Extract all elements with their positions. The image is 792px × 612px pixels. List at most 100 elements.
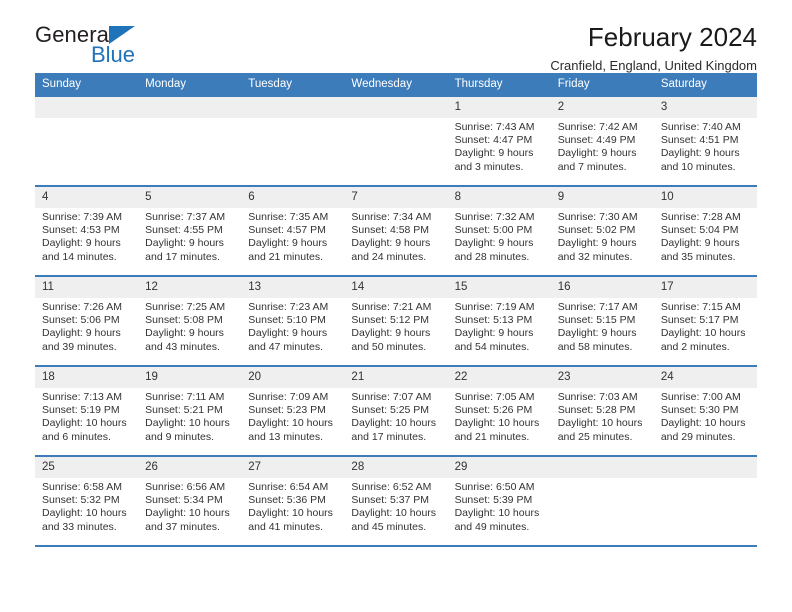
calendar-cell-inner: 7 Sunrise: 7:34 AM Sunset: 4:58 PM Daylight… xyxy=(344,187,448,275)
calendar-cell-day[interactable]: 14 Sunrise: 7:21 AM Sunset: 5:12 PM Dayligh… xyxy=(344,276,448,367)
calendar-cell-inner: 5 Sunrise: 7:37 AM Sunset: 4:55 PM Daylight… xyxy=(138,187,242,275)
day-number: 19 xyxy=(138,367,242,388)
sunrise-time: Sunrise: 7:17 AM xyxy=(557,301,638,313)
sunrise-time: Sunrise: 6:54 AM xyxy=(248,481,329,493)
day-details: Sunrise: 7:40 AM Sunset: 4:51 PM Daylight:… xyxy=(654,118,757,174)
daylight-line-2: and 41 minutes. xyxy=(248,520,323,533)
day-number: 3 xyxy=(653,97,757,118)
calendar-cell-day[interactable]: 11 Sunrise: 7:26 AM Sunset: 5:06 PM Dayligh… xyxy=(35,276,139,367)
daylight-line-1: Daylight: 9 hours xyxy=(42,327,121,340)
calendar-cell-day[interactable]: 1 Sunrise: 7:43 AM Sunset: 4:47 PM Daylight… xyxy=(447,97,551,187)
calendar-cell-inner xyxy=(138,97,242,185)
daylight-line-1: Daylight: 10 hours xyxy=(145,417,230,430)
day-number: 25 xyxy=(35,457,139,478)
sunset-time: Sunset: 5:04 PM xyxy=(660,224,739,237)
day-details: Sunrise: 7:11 AM Sunset: 5:21 PM Daylight:… xyxy=(138,388,241,444)
day-details xyxy=(138,118,241,121)
sunset-time: Sunset: 4:57 PM xyxy=(248,224,326,237)
sunset-time: Sunset: 5:06 PM xyxy=(42,314,120,327)
calendar-cell-day[interactable]: 20 Sunrise: 7:09 AM Sunset: 5:23 PM Dayligh… xyxy=(241,366,345,457)
day-details: Sunrise: 7:13 AM Sunset: 5:19 PM Daylight:… xyxy=(35,388,138,444)
calendar-cell-day[interactable]: 24 Sunrise: 7:00 AM Sunset: 5:30 PM Dayligh… xyxy=(653,366,757,457)
daylight-line-1: Daylight: 10 hours xyxy=(454,507,540,520)
daylight-line-2: and 9 minutes. xyxy=(145,430,215,443)
day-details: Sunrise: 6:54 AM Sunset: 5:36 PM Daylight:… xyxy=(241,478,344,534)
daylight-line-1: Daylight: 9 hours xyxy=(42,237,121,250)
title-block: February 2024 Cranfield, England, United… xyxy=(550,22,757,74)
daylight-line-2: and 43 minutes. xyxy=(145,340,220,353)
sunrise-time: Sunrise: 7:32 AM xyxy=(454,211,535,223)
calendar-cell-day[interactable]: 10 Sunrise: 7:28 AM Sunset: 5:04 PM Dayligh… xyxy=(653,186,757,277)
calendar-cell-inner: 23 Sunrise: 7:03 AM Sunset: 5:28 PM Dayligh… xyxy=(550,367,654,455)
calendar-cell-day[interactable]: 12 Sunrise: 7:25 AM Sunset: 5:08 PM Dayligh… xyxy=(138,276,242,367)
daylight-line-2: and 2 minutes. xyxy=(660,340,730,353)
sunset-time: Sunset: 5:17 PM xyxy=(660,314,739,327)
calendar-cell-day[interactable]: 5 Sunrise: 7:37 AM Sunset: 4:55 PM Daylight… xyxy=(138,186,242,277)
daylight-line-2: and 35 minutes. xyxy=(660,250,736,263)
calendar-cell-day[interactable]: 26 Sunrise: 6:56 AM Sunset: 5:34 PM Dayligh… xyxy=(138,456,242,547)
calendar-cell-day[interactable]: 18 Sunrise: 7:13 AM Sunset: 5:19 PM Dayligh… xyxy=(35,366,139,457)
calendar-cell-day[interactable]: 9 Sunrise: 7:30 AM Sunset: 5:02 PM Daylight… xyxy=(550,186,654,277)
calendar-cell-day[interactable]: 22 Sunrise: 7:05 AM Sunset: 5:26 PM Dayligh… xyxy=(447,366,551,457)
day-details: Sunrise: 7:05 AM Sunset: 5:26 PM Daylight:… xyxy=(448,388,551,444)
calendar-cell-day[interactable]: 13 Sunrise: 7:23 AM Sunset: 5:10 PM Dayligh… xyxy=(241,276,345,367)
calendar-cell-day[interactable]: 16 Sunrise: 7:17 AM Sunset: 5:15 PM Dayligh… xyxy=(550,276,654,367)
sunset-time: Sunset: 5:28 PM xyxy=(557,404,636,417)
calendar-cell-day[interactable]: 2 Sunrise: 7:42 AM Sunset: 4:49 PM Daylight… xyxy=(550,97,654,187)
calendar-cell-day[interactable]: 27 Sunrise: 6:54 AM Sunset: 5:36 PM Dayligh… xyxy=(241,456,345,547)
calendar-cell-day[interactable]: 7 Sunrise: 7:34 AM Sunset: 4:58 PM Daylight… xyxy=(344,186,448,277)
daylight-line-2: and 58 minutes. xyxy=(557,340,633,353)
calendar-cell-day[interactable]: 17 Sunrise: 7:15 AM Sunset: 5:17 PM Dayligh… xyxy=(653,276,757,367)
calendar-cell-day[interactable]: 21 Sunrise: 7:07 AM Sunset: 5:25 PM Dayligh… xyxy=(344,366,448,457)
daylight-line-2: and 29 minutes. xyxy=(660,430,736,443)
day-details: Sunrise: 6:50 AM Sunset: 5:39 PM Daylight:… xyxy=(448,478,551,534)
calendar-cell-inner: 20 Sunrise: 7:09 AM Sunset: 5:23 PM Dayligh… xyxy=(241,367,345,455)
day-number: 9 xyxy=(550,187,654,208)
sunset-time: Sunset: 4:47 PM xyxy=(454,134,533,147)
sunrise-time: Sunrise: 7:21 AM xyxy=(351,301,432,313)
sunset-time: Sunset: 5:39 PM xyxy=(454,494,533,507)
day-number: 15 xyxy=(447,277,551,298)
calendar-cell-day[interactable]: 23 Sunrise: 7:03 AM Sunset: 5:28 PM Dayligh… xyxy=(550,366,654,457)
calendar-cell-inner: 8 Sunrise: 7:32 AM Sunset: 5:00 PM Daylight… xyxy=(447,187,551,275)
day-number: 5 xyxy=(138,187,242,208)
day-number xyxy=(241,97,345,118)
day-number: 4 xyxy=(35,187,139,208)
calendar-cell-inner: 16 Sunrise: 7:17 AM Sunset: 5:15 PM Dayligh… xyxy=(550,277,654,365)
calendar-cell-day[interactable]: 3 Sunrise: 7:40 AM Sunset: 4:51 PM Daylight… xyxy=(653,97,757,187)
calendar-cell-day[interactable]: 29 Sunrise: 6:50 AM Sunset: 5:39 PM Dayligh… xyxy=(447,456,551,547)
day-details: Sunrise: 7:00 AM Sunset: 5:30 PM Daylight:… xyxy=(654,388,757,444)
day-number: 24 xyxy=(653,367,757,388)
sunrise-time: Sunrise: 7:13 AM xyxy=(42,391,122,403)
day-details: Sunrise: 7:37 AM Sunset: 4:55 PM Daylight:… xyxy=(138,208,241,264)
daylight-line-1: Daylight: 9 hours xyxy=(351,237,431,250)
day-number: 18 xyxy=(35,367,139,388)
daylight-line-1: Daylight: 9 hours xyxy=(145,327,224,340)
general-blue-logo[interactable]: General Blue xyxy=(35,24,255,72)
calendar-cell-day[interactable]: 6 Sunrise: 7:35 AM Sunset: 4:57 PM Daylight… xyxy=(241,186,345,277)
weekday-header-tuesday: Tuesday xyxy=(241,73,345,97)
daylight-line-2: and 13 minutes. xyxy=(248,430,323,443)
daylight-line-1: Daylight: 10 hours xyxy=(42,417,127,430)
calendar-cell-day[interactable]: 19 Sunrise: 7:11 AM Sunset: 5:21 PM Dayligh… xyxy=(138,366,242,457)
sunset-time: Sunset: 5:32 PM xyxy=(42,494,120,507)
calendar-cell-day[interactable]: 4 Sunrise: 7:39 AM Sunset: 4:53 PM Daylight… xyxy=(35,186,139,277)
calendar-cell-day[interactable]: 8 Sunrise: 7:32 AM Sunset: 5:00 PM Daylight… xyxy=(447,186,551,277)
daylight-line-2: and 33 minutes. xyxy=(42,520,117,533)
daylight-line-1: Daylight: 9 hours xyxy=(248,327,328,340)
calendar-cell-day[interactable]: 28 Sunrise: 6:52 AM Sunset: 5:37 PM Dayligh… xyxy=(344,456,448,547)
daylight-line-2: and 39 minutes. xyxy=(42,340,117,353)
weekday-header-wednesday: Wednesday xyxy=(344,73,448,97)
calendar-cell-inner: 27 Sunrise: 6:54 AM Sunset: 5:36 PM Dayligh… xyxy=(241,457,345,545)
calendar-week-row: 18 Sunrise: 7:13 AM Sunset: 5:19 PM Dayligh… xyxy=(35,366,757,457)
day-number: 6 xyxy=(241,187,345,208)
sunset-time: Sunset: 4:51 PM xyxy=(660,134,739,147)
calendar-cell-day[interactable]: 15 Sunrise: 7:19 AM Sunset: 5:13 PM Dayligh… xyxy=(447,276,551,367)
calendar-cell-inner: 18 Sunrise: 7:13 AM Sunset: 5:19 PM Dayligh… xyxy=(35,367,139,455)
daylight-line-2: and 32 minutes. xyxy=(557,250,633,263)
daylight-line-1: Daylight: 9 hours xyxy=(557,327,637,340)
day-number: 26 xyxy=(138,457,242,478)
calendar-cell-day[interactable]: 25 Sunrise: 6:58 AM Sunset: 5:32 PM Dayligh… xyxy=(35,456,139,547)
calendar-cell-empty xyxy=(35,97,139,187)
daylight-line-2: and 49 minutes. xyxy=(454,520,530,533)
